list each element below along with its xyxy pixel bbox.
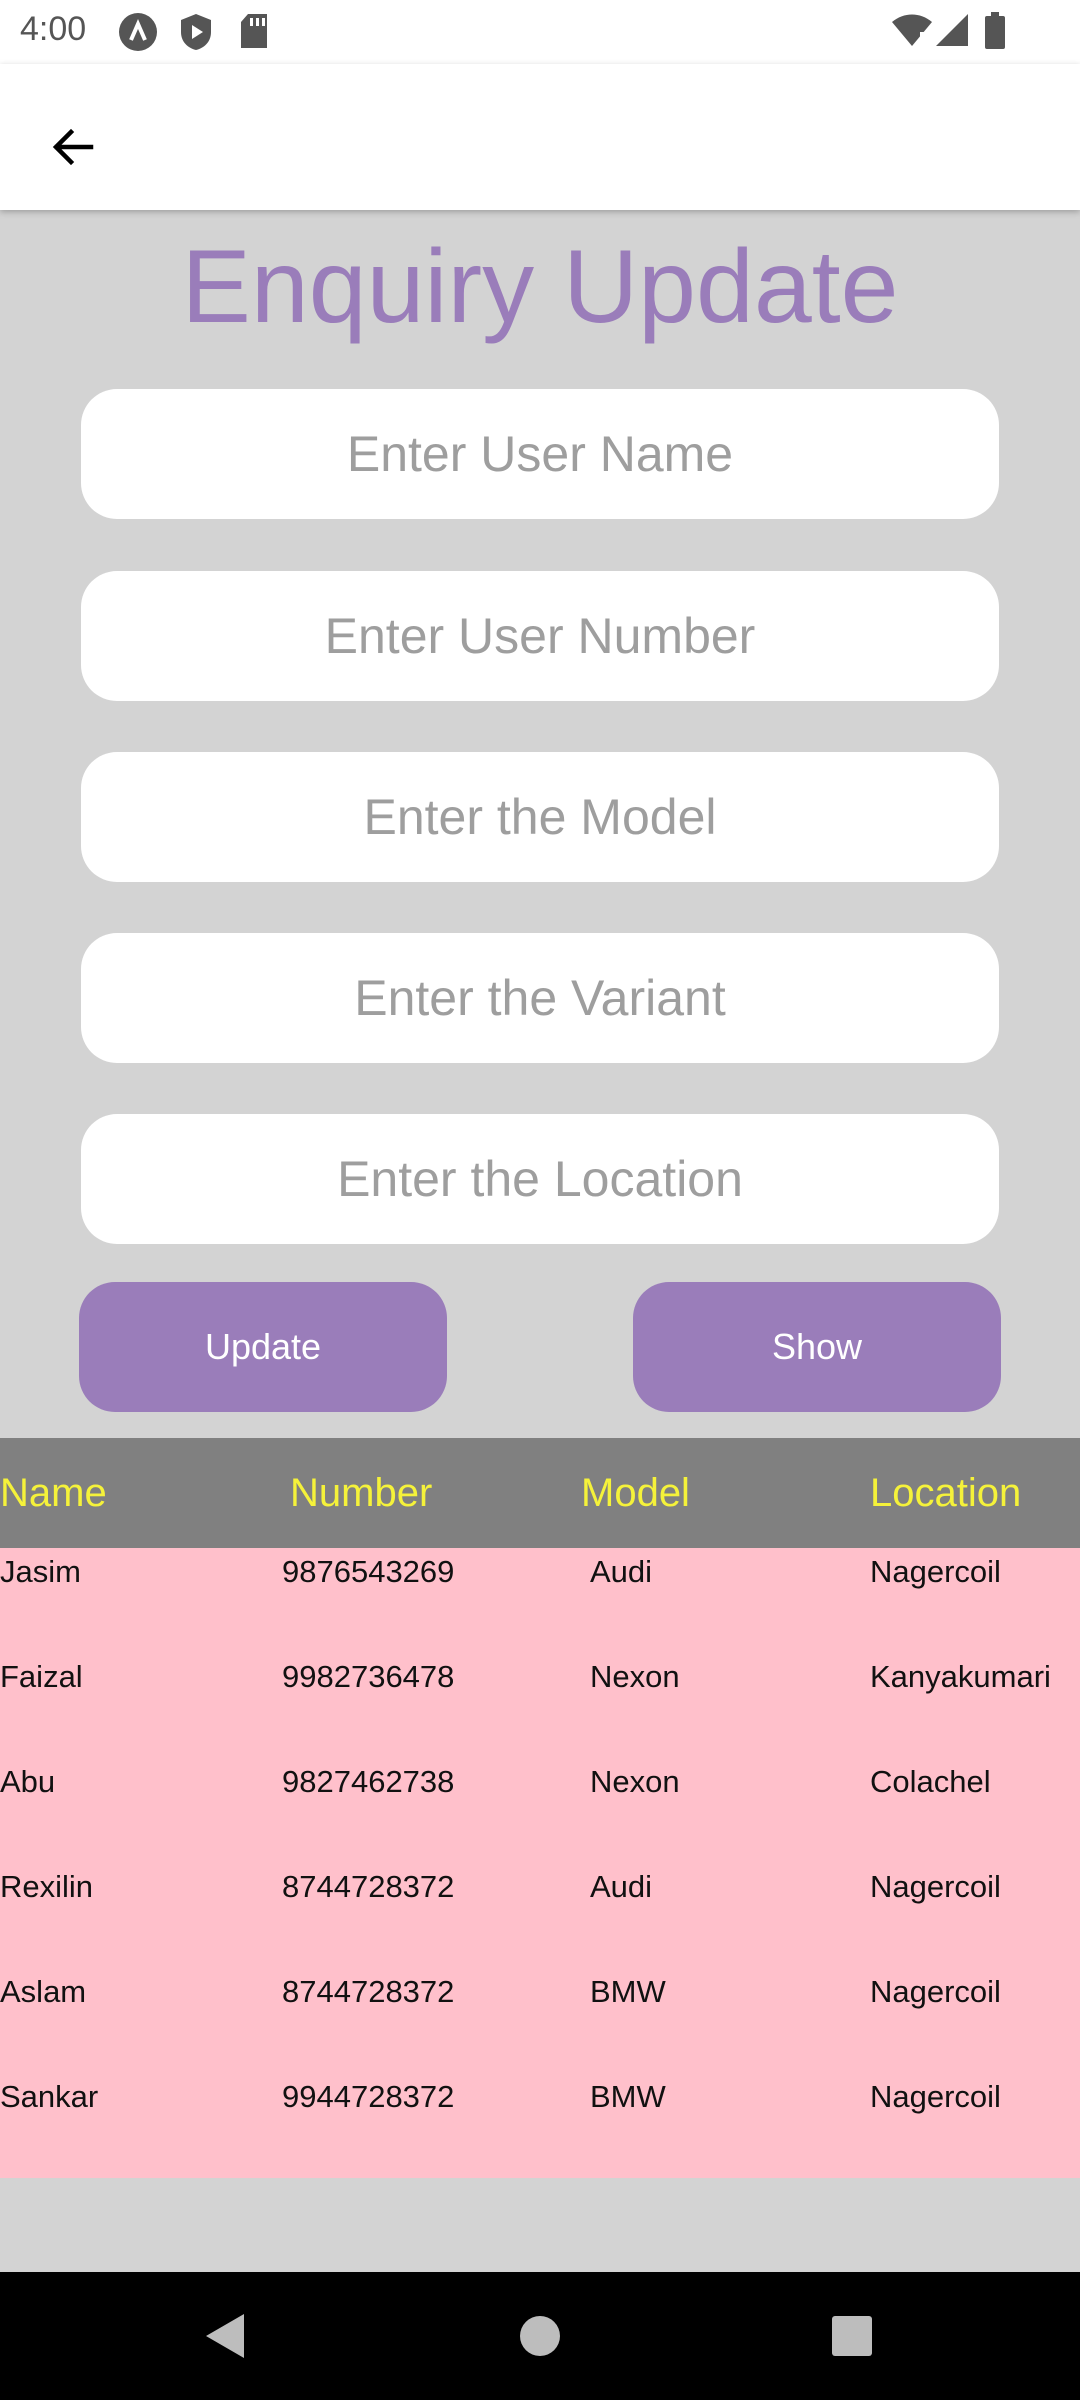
cell-number: 9876543269 (282, 1554, 455, 1589)
cell-model: BMW (590, 2079, 666, 2114)
cell-number: 8744728372 (282, 1869, 455, 1904)
recents-square-icon[interactable] (822, 2306, 882, 2366)
model-field[interactable] (81, 752, 999, 882)
cell-location: Nagercoil (870, 1869, 1001, 1904)
status-bar: 4:00 (0, 0, 1080, 64)
update-button[interactable]: Update (79, 1282, 447, 1412)
cell-location: Colachel (870, 1764, 991, 1799)
column-header-name: Name (0, 1471, 107, 1515)
table-row[interactable]: Sankar 9944728372 BMW Nagercoil (0, 2073, 1080, 2133)
location-field[interactable] (81, 1114, 999, 1244)
cell-name: Aslam (0, 1974, 87, 2009)
show-button[interactable]: Show (633, 1282, 1001, 1412)
cell-model: Audi (590, 1869, 653, 1904)
sd-card-icon (238, 12, 270, 55)
page-title: Enquiry Update (181, 229, 899, 345)
table-row[interactable]: Rexilin 8744728372 Audi Nagercoil (0, 1863, 1080, 1923)
user-number-field[interactable] (81, 571, 999, 701)
table-row[interactable]: Aslam 8744728372 BMW Nagercoil (0, 1968, 1080, 2028)
shield-icon (178, 12, 214, 57)
wifi-icon (890, 12, 934, 53)
app-notification-icon (118, 12, 158, 57)
status-time: 4:00 (20, 10, 87, 48)
user-number-input[interactable] (81, 606, 999, 666)
cell-model: Nexon (590, 1659, 680, 1694)
system-nav-bar (0, 2272, 1080, 2400)
cell-location: Kanyakumari (870, 1659, 1051, 1694)
variant-input[interactable] (81, 968, 999, 1028)
cell-location: Nagercoil (870, 2079, 1001, 2114)
variant-field[interactable] (81, 933, 999, 1063)
battery-icon (984, 12, 1006, 55)
cell-name: Faizal (0, 1659, 83, 1694)
location-input[interactable] (81, 1149, 999, 1209)
table-row[interactable]: Jasim 9876543269 Audi Nagercoil (0, 1548, 1080, 1608)
cell-model: BMW (590, 1974, 666, 2009)
app-bar (0, 64, 1080, 210)
cell-number: 9944728372 (282, 2079, 455, 2114)
home-circle-icon[interactable] (510, 2306, 570, 2366)
cell-name: Sankar (0, 2079, 99, 2114)
cell-number: 8744728372 (282, 1974, 455, 2009)
back-button[interactable] (28, 104, 118, 194)
model-input[interactable] (81, 787, 999, 847)
cell-number: 9982736478 (282, 1659, 455, 1694)
user-name-field[interactable] (81, 389, 999, 519)
cell-number: 9827462738 (282, 1764, 455, 1799)
column-header-number: Number (290, 1471, 433, 1515)
cell-name: Jasim (0, 1554, 81, 1589)
arrow-back-icon (49, 123, 97, 176)
cell-name: Abu (0, 1764, 56, 1799)
table-row[interactable]: Faizal 9982736478 Nexon Kanyakumari (0, 1653, 1080, 1713)
cell-location: Nagercoil (870, 1974, 1001, 2009)
column-header-model: Model (581, 1471, 690, 1515)
back-triangle-icon[interactable] (196, 2306, 256, 2366)
table-body: Jasim 9876543269 Audi Nagercoil Faizal 9… (0, 1548, 1080, 2178)
cell-name: Rexilin (0, 1869, 94, 1904)
column-header-location: Location (870, 1471, 1022, 1515)
table-header: Name Number Model Location (0, 1438, 1080, 1548)
table-row[interactable]: Abu 9827462738 Nexon Colachel (0, 1758, 1080, 1818)
user-name-input[interactable] (81, 424, 999, 484)
cell-location: Nagercoil (870, 1554, 1001, 1589)
cell-model: Audi (590, 1554, 653, 1589)
signal-icon (934, 12, 970, 53)
cell-model: Nexon (590, 1764, 680, 1799)
